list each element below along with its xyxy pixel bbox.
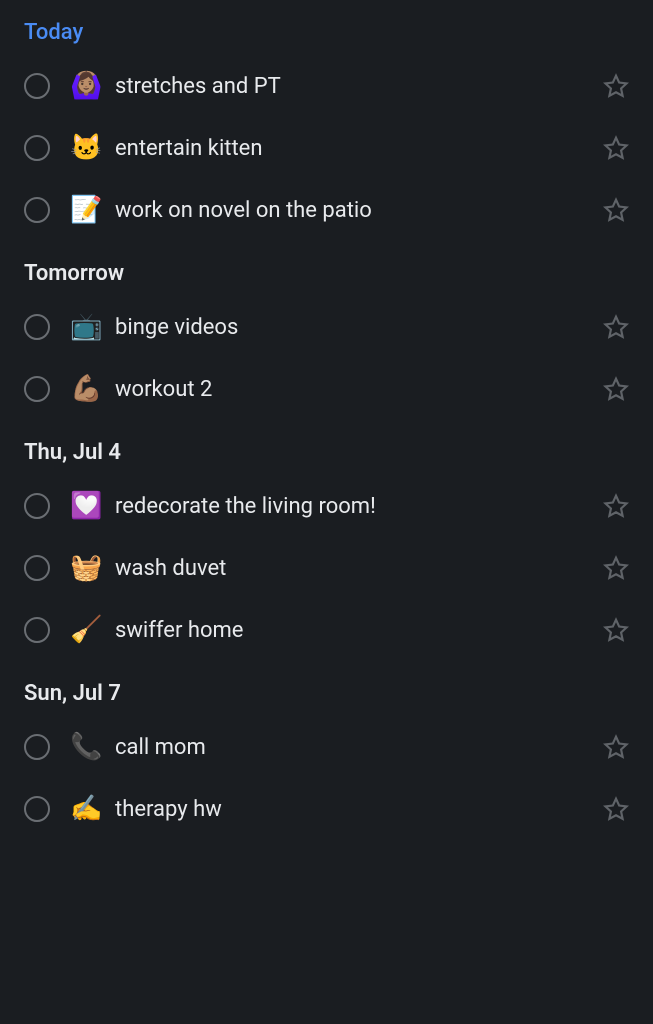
complete-checkbox[interactable] (24, 135, 50, 161)
task-label: swiffer home (115, 618, 583, 643)
task-label: workout 2 (115, 377, 583, 402)
star-icon[interactable] (603, 376, 629, 402)
task-emoji-icon: 💪🏽 (70, 374, 100, 404)
task-row[interactable]: 🙆🏽‍♀️ stretches and PT (0, 55, 653, 117)
complete-checkbox[interactable] (24, 796, 50, 822)
task-emoji-icon: 💟 (70, 491, 100, 521)
star-icon[interactable] (603, 617, 629, 643)
star-icon[interactable] (603, 197, 629, 223)
task-emoji-icon: 🧹 (70, 615, 100, 645)
task-emoji-icon: 🐱 (70, 133, 100, 163)
task-row[interactable]: 💪🏽 workout 2 (0, 358, 653, 420)
task-row[interactable]: 📞 call mom (0, 716, 653, 778)
star-icon[interactable] (603, 73, 629, 99)
section-header: Today (0, 0, 653, 55)
task-row[interactable]: 📺 binge videos (0, 296, 653, 358)
task-emoji-icon: ✍️ (70, 794, 100, 824)
task-list: Today 🙆🏽‍♀️ stretches and PT 🐱 entertain kit… (0, 0, 653, 840)
complete-checkbox[interactable] (24, 73, 50, 99)
task-emoji-icon: 🙆🏽‍♀️ (70, 71, 100, 101)
task-row[interactable]: 🧺 wash duvet (0, 537, 653, 599)
task-row[interactable]: 🧹 swiffer home (0, 599, 653, 661)
task-row[interactable]: 🐱 entertain kitten (0, 117, 653, 179)
task-label: wash duvet (115, 556, 583, 581)
task-emoji-icon: 📺 (70, 312, 100, 342)
star-icon[interactable] (603, 493, 629, 519)
complete-checkbox[interactable] (24, 617, 50, 643)
complete-checkbox[interactable] (24, 314, 50, 340)
task-label: work on novel on the patio (115, 198, 583, 223)
task-label: call mom (115, 735, 583, 760)
task-label: stretches and PT (115, 74, 583, 99)
star-icon[interactable] (603, 135, 629, 161)
star-icon[interactable] (603, 555, 629, 581)
task-emoji-icon: 🧺 (70, 553, 100, 583)
task-emoji-icon: 📞 (70, 732, 100, 762)
task-label: therapy hw (115, 797, 583, 822)
complete-checkbox[interactable] (24, 376, 50, 402)
complete-checkbox[interactable] (24, 197, 50, 223)
task-label: redecorate the living room! (115, 494, 583, 519)
task-emoji-icon: 📝 (70, 195, 100, 225)
complete-checkbox[interactable] (24, 555, 50, 581)
section-header: Thu, Jul 4 (0, 420, 653, 475)
section-header: Tomorrow (0, 241, 653, 296)
task-row[interactable]: ✍️ therapy hw (0, 778, 653, 840)
complete-checkbox[interactable] (24, 734, 50, 760)
task-label: entertain kitten (115, 136, 583, 161)
section-header: Sun, Jul 7 (0, 661, 653, 716)
task-label: binge videos (115, 315, 583, 340)
task-row[interactable]: 💟 redecorate the living room! (0, 475, 653, 537)
task-row[interactable]: 📝 work on novel on the patio (0, 179, 653, 241)
complete-checkbox[interactable] (24, 493, 50, 519)
star-icon[interactable] (603, 796, 629, 822)
star-icon[interactable] (603, 314, 629, 340)
star-icon[interactable] (603, 734, 629, 760)
